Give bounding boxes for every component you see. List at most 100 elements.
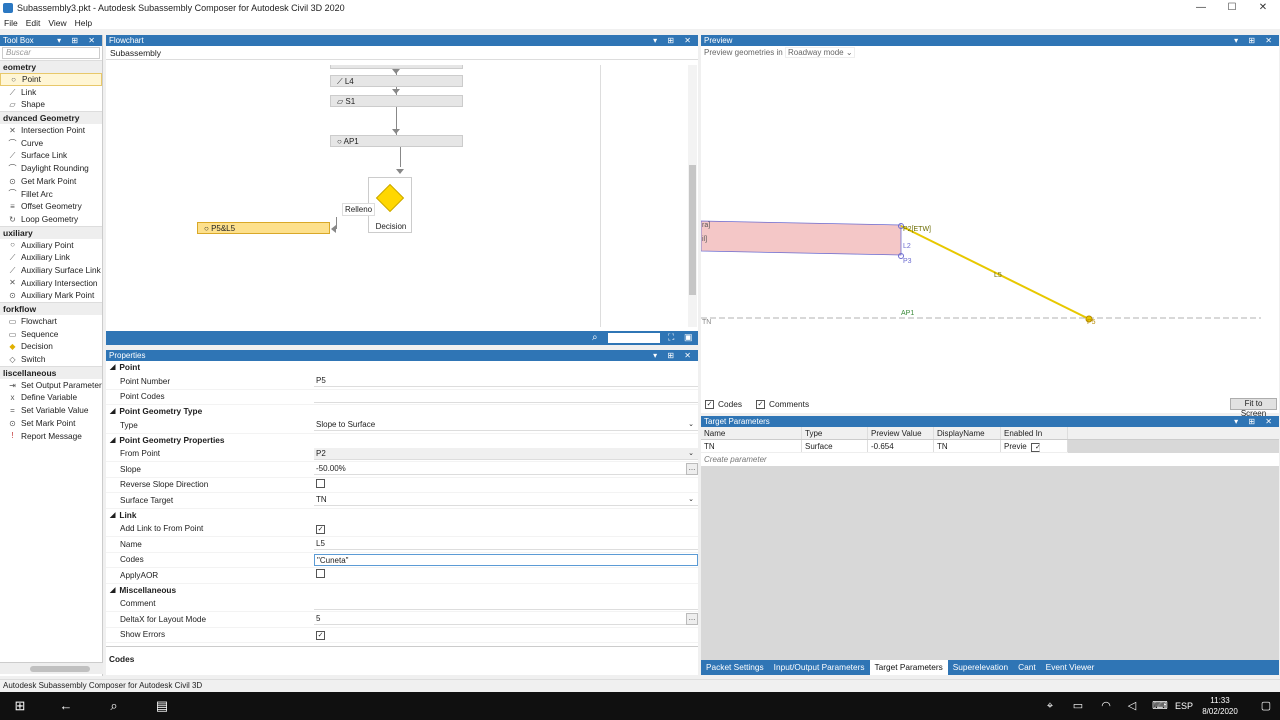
column-header[interactable]: Name: [701, 427, 802, 439]
close-button[interactable]: ✕: [1248, 0, 1278, 16]
toolbox-item-point[interactable]: ○ Point: [0, 73, 102, 86]
fit-icon[interactable]: ⛶: [668, 332, 674, 343]
toolbox-item-loop-geometry[interactable]: ↻ Loop Geometry: [0, 213, 102, 226]
toolbox-item-set-output-parameter[interactable]: ⇥ Set Output Parameter: [0, 379, 102, 392]
tab-cant[interactable]: Cant: [1013, 660, 1041, 675]
panel-buttons[interactable]: ▾ ⊞ ✕: [57, 35, 99, 46]
toolbox-item-daylight-rounding[interactable]: ⌒ Daylight Rounding: [0, 162, 102, 175]
show-errors-checkbox[interactable]: ✓: [316, 630, 325, 640]
column-header[interactable]: Preview Value: [868, 427, 934, 439]
table-row[interactable]: TN Surface -0.654 TN ✓: [701, 440, 1068, 453]
back-icon[interactable]: ←: [46, 692, 86, 720]
panel-buttons[interactable]: ▾ ⊞ ✕: [1234, 416, 1276, 427]
menu-view[interactable]: View: [44, 18, 70, 28]
toolbox-category[interactable]: liscellaneous: [0, 365, 102, 379]
maximize-button[interactable]: ☐: [1217, 0, 1247, 16]
toolbox-item-define-variable[interactable]: x Define Variable: [0, 391, 102, 404]
codes-field[interactable]: "Cuneta": [314, 553, 698, 566]
create-parameter[interactable]: Create parameter: [701, 453, 1279, 466]
ellipsis-button[interactable]: …: [686, 613, 698, 626]
preview-mode-select[interactable]: Roadway mode ⌄: [785, 47, 855, 58]
toolbox-item-report-message[interactable]: ! Report Message: [0, 430, 102, 443]
toolbox-item-curve[interactable]: ⌒ Curve: [0, 137, 102, 150]
section-point[interactable]: ◢ Point: [106, 361, 698, 374]
section-link[interactable]: ◢ Link: [106, 509, 698, 522]
column-header[interactable]: DisplayName: [934, 427, 1001, 439]
toolbox-scrollbar[interactable]: [0, 662, 103, 674]
toolbox-item-set-mark-point[interactable]: ⊙ Set Mark Point: [0, 417, 102, 430]
toolbox-item-auxiliary-point[interactable]: ○ Auxiliary Point: [0, 239, 102, 252]
point-codes-field[interactable]: [314, 391, 698, 403]
toolbox-item-auxiliary-surface-link[interactable]: ⟋ Auxiliary Surface Link: [0, 264, 102, 277]
type-select[interactable]: Slope to Surface ⌄: [314, 419, 698, 432]
tab-superelevation[interactable]: Superelevation: [948, 660, 1013, 675]
ellipsis-button[interactable]: …: [686, 463, 698, 476]
surface-target-select[interactable]: TN ⌄: [314, 494, 698, 507]
toolbox-item-set-variable-value[interactable]: = Set Variable Value: [0, 404, 102, 417]
toolbox-item-get-mark-point[interactable]: ⊙ Get Mark Point: [0, 175, 102, 188]
panel-buttons[interactable]: ▾ ⊞ ✕: [1234, 35, 1276, 46]
clock[interactable]: 11:33 8/02/2020: [1198, 695, 1242, 717]
point-number-field[interactable]: P5: [314, 375, 698, 388]
toolbox-item-sequence[interactable]: ▭ Sequence: [0, 328, 102, 341]
section-geometry-props[interactable]: ◢ Point Geometry Properties: [106, 434, 698, 447]
section-geometry-type[interactable]: ◢ Point Geometry Type: [106, 405, 698, 418]
tab-event-viewer[interactable]: Event Viewer: [1041, 660, 1100, 675]
tab-io-parameters[interactable]: Input/Output Parameters: [769, 660, 870, 675]
toolbox-item-fillet-arc[interactable]: ⌒ Fillet Arc: [0, 188, 102, 201]
reverse-checkbox[interactable]: [316, 478, 325, 488]
toolbox-category[interactable]: forkflow: [0, 302, 102, 315]
fit-to-screen-button[interactable]: Fit to Screen: [1230, 398, 1277, 418]
applyaor-checkbox[interactable]: [316, 569, 325, 579]
flow-scrollbar[interactable]: [688, 65, 697, 327]
panel-buttons[interactable]: ▾ ⊞ ✕: [653, 35, 695, 46]
toolbox-item-offset-geometry[interactable]: ≡ Offset Geometry: [0, 200, 102, 213]
toolbox-category[interactable]: eometry: [0, 60, 102, 73]
flow-node-ap1[interactable]: ○ AP1: [330, 135, 463, 147]
add-link-checkbox[interactable]: ✓: [316, 524, 325, 534]
toolbox-item-link[interactable]: ⟋ Link: [0, 86, 102, 99]
toolbox-search-input[interactable]: Buscar: [2, 47, 100, 59]
overview-icon[interactable]: ▣: [684, 332, 693, 343]
toolbox-item-surface-link[interactable]: ⟋ Surface Link: [0, 149, 102, 162]
tab-subassembly[interactable]: Subassembly: [106, 46, 698, 60]
deltax-field[interactable]: 5…: [314, 613, 698, 626]
windows-start-icon[interactable]: ⊞: [0, 692, 40, 720]
menu-file[interactable]: File: [0, 18, 22, 28]
toolbox-item-decision[interactable]: ◆ Decision: [0, 340, 102, 353]
preview-canvas[interactable]: P2[ETW] L2 P3 L5 P5 AP1 TN ra] il]: [701, 60, 1279, 400]
toolbox-item-shape[interactable]: ▱ Shape: [0, 98, 102, 111]
flow-node-p5l5[interactable]: ○ P5&L5: [197, 222, 330, 234]
toolbox-item-intersection-point[interactable]: ✕ Intersection Point: [0, 124, 102, 137]
scroll-thumb[interactable]: [689, 165, 696, 295]
tab-target-parameters[interactable]: Target Parameters: [869, 660, 948, 675]
enabled-checkbox[interactable]: ✓: [1031, 443, 1041, 452]
search-icon[interactable]: ⌕: [592, 332, 598, 343]
scroll-thumb[interactable]: [30, 666, 90, 672]
toolbox-item-flowchart[interactable]: ▭ Flowchart: [0, 315, 102, 328]
toolbox-category[interactable]: dvanced Geometry: [0, 111, 102, 125]
toolbox-item-auxiliary-intersection[interactable]: ✕ Auxiliary Intersection: [0, 277, 102, 290]
flow-node-s1[interactable]: ▱ S1: [330, 95, 463, 107]
column-header[interactable]: Enabled In Previe: [1001, 427, 1068, 451]
codes-checkbox[interactable]: ✓: [705, 399, 714, 409]
comments-checkbox[interactable]: ✓: [755, 399, 765, 409]
section-misc[interactable]: ◢ Miscellaneous: [106, 584, 698, 597]
menu-help[interactable]: Help: [71, 18, 96, 28]
toolbox-item-switch[interactable]: ◇ Switch: [0, 353, 102, 366]
panel-buttons[interactable]: ▾ ⊞ ✕: [653, 350, 695, 361]
menu-edit[interactable]: Edit: [22, 18, 45, 28]
name-field[interactable]: L5: [314, 538, 698, 551]
flow-node-l4[interactable]: ⟋ L4: [330, 75, 463, 87]
task-view-icon[interactable]: ▤: [142, 692, 182, 720]
from-point-select[interactable]: P2 ⌄: [314, 447, 698, 460]
tab-packet-settings[interactable]: Packet Settings: [701, 660, 769, 675]
minimize-button[interactable]: —: [1186, 0, 1216, 16]
toolbox-category[interactable]: uxiliary: [0, 225, 102, 239]
column-header[interactable]: Type: [802, 427, 868, 439]
notification-icon[interactable]: ▢: [1246, 692, 1280, 720]
slope-field[interactable]: -50.00%…: [314, 463, 698, 476]
toolbox-item-auxiliary-mark-point[interactable]: ⊙ Auxiliary Mark Point: [0, 289, 102, 302]
comment-field[interactable]: [314, 598, 698, 610]
toolbox-item-auxiliary-link[interactable]: ⟋ Auxiliary Link: [0, 251, 102, 264]
